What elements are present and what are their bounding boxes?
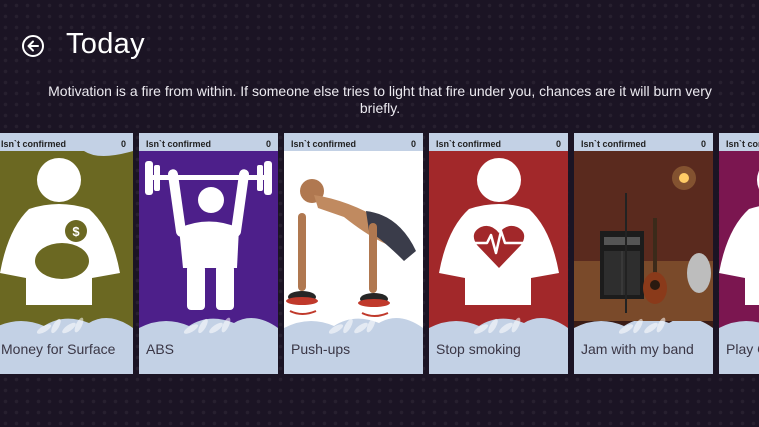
back-button[interactable] [22,35,44,57]
card-status: Isn`t confirmed [726,139,759,149]
card-stop-smoking[interactable]: Isn`t confirmed 0 Stop smoking [429,133,568,374]
back-arrow-icon [27,40,39,52]
card-play[interactable]: Isn`t confirmed 0 Play C [719,133,759,374]
card-label: ABS [146,341,175,357]
cards-strip: $ Isn`t confirmed 0 Money for Surface Is… [0,133,759,374]
card-money-for-surface[interactable]: $ Isn`t confirmed 0 Money for Surface [0,133,133,374]
page-title: Today [66,28,145,60]
card-status: Isn`t confirmed [291,139,357,149]
card-count: 0 [410,139,416,149]
card-label: Play C [726,341,759,357]
motivation-quote: Motivation is a fire from within. If som… [48,83,712,116]
card-label: Stop smoking [436,341,521,357]
card-count: 0 [555,139,561,149]
guitar-stage-photo [574,151,713,321]
card-label: Jam with my band [581,341,694,357]
card-label: Money for Surface [1,341,116,357]
card-jam-with-my-band[interactable]: Isn`t confirmed 0 Jam with my band [574,133,713,374]
card-status: Isn`t confirmed [436,139,502,149]
card-push-ups[interactable]: Isn`t confirmed 0 Push-ups [284,133,423,374]
card-status: Isn`t confirmed [581,139,647,149]
card-status: Isn`t confirmed [146,139,212,149]
card-count: 0 [265,139,271,149]
card-status: Isn`t confirmed [1,139,67,149]
card-label: Push-ups [291,341,351,357]
card-count: 0 [120,139,126,149]
card-count: 0 [700,139,706,149]
card-abs[interactable]: Isn`t confirmed 0 ABS [139,133,278,374]
svg-text:$: $ [72,224,80,239]
